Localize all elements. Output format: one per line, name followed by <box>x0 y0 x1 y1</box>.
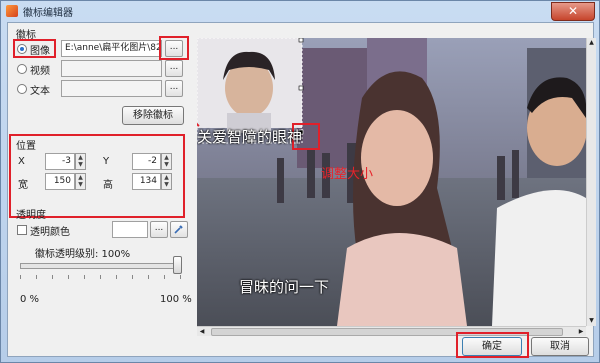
height-input[interactable]: 134 <box>132 173 161 190</box>
video-subtitle: 冒昧的问一下 <box>239 278 330 296</box>
image-path-field[interactable]: E:\anne\扁平化图片\8283 <box>61 40 162 57</box>
x-label: X <box>18 156 25 167</box>
text-radio[interactable] <box>17 84 27 94</box>
color-browse-button[interactable]: ... <box>150 221 168 238</box>
video-preview[interactable]: 关爱智障的眼神 调整大小 冒昧的问一下 <box>197 38 586 326</box>
scroll-left-arrow[interactable]: ◀ <box>197 327 207 336</box>
slider-max-label: 100 % <box>160 294 192 305</box>
image-option-highlight <box>13 39 56 58</box>
video-path-field[interactable] <box>61 60 162 77</box>
transparent-color-label: 透明颜色 <box>30 227 70 238</box>
slider-tick <box>100 275 101 279</box>
text-browse-button[interactable]: ... <box>165 80 183 97</box>
transparency-slider-track[interactable] <box>20 263 182 269</box>
slider-tick <box>132 275 133 279</box>
slider-tick <box>36 275 37 279</box>
slider-tick <box>84 275 85 279</box>
transparency-level-label: 徽标透明级别: 100% <box>35 249 131 260</box>
slider-tick <box>52 275 53 279</box>
video-browse-button[interactable]: ... <box>165 60 183 77</box>
y-label: Y <box>103 156 110 167</box>
slider-tick <box>20 275 21 279</box>
logo-editor-window: 徽标编辑器 ✕ 徽标 图像 E:\anne\扁平化图片\8283 ... 视频 … <box>0 0 600 363</box>
eyedropper-button[interactable] <box>170 221 188 238</box>
slider-min-label: 0 % <box>20 294 40 305</box>
height-spinner[interactable]: ▲ ▼ <box>161 173 172 190</box>
y-spinner[interactable]: ▲ ▼ <box>161 153 172 170</box>
slider-tick <box>116 275 117 279</box>
dialog-body: 徽标 图像 E:\anne\扁平化图片\8283 ... 视频 ... 文本 .… <box>7 22 596 358</box>
logo-caption: 关爱智障的眼神 <box>197 128 303 146</box>
window-title: 徽标编辑器 <box>23 8 73 19</box>
width-spinner[interactable]: ▲ ▼ <box>75 173 86 190</box>
position-group-label: 位置 <box>16 141 36 152</box>
remove-logo-button[interactable]: 移除徽标 <box>122 106 184 125</box>
text-field[interactable] <box>61 80 162 97</box>
slider-tick <box>148 275 149 279</box>
color-swatch[interactable] <box>112 221 148 238</box>
width-label: 宽 <box>18 180 28 191</box>
x-spinner[interactable]: ▲ ▼ <box>75 153 86 170</box>
scroll-right-arrow[interactable]: ▶ <box>576 327 586 336</box>
vertical-scrollbar[interactable]: ▲ ▼ <box>586 38 596 326</box>
height-label: 高 <box>103 180 113 191</box>
close-button[interactable]: ✕ <box>551 2 595 21</box>
slider-tick <box>68 275 69 279</box>
scroll-up-arrow[interactable]: ▲ <box>587 38 596 48</box>
browse-highlight <box>159 36 189 60</box>
slider-tick <box>180 275 181 279</box>
video-radio[interactable] <box>17 64 27 74</box>
slider-tick <box>164 275 165 279</box>
ok-highlight <box>456 332 529 358</box>
app-icon <box>6 5 18 17</box>
width-input[interactable]: 150 <box>45 173 75 190</box>
transparency-group-label: 透明度 <box>16 210 46 221</box>
resize-annotation: 调整大小 <box>321 167 374 182</box>
transparent-color-checkbox[interactable] <box>17 225 27 235</box>
title-bar[interactable]: 徽标编辑器 ✕ <box>1 1 599 21</box>
scroll-down-arrow[interactable]: ▼ <box>587 316 596 326</box>
slider-ticks <box>20 275 182 279</box>
text-radio-label: 文本 <box>30 86 50 97</box>
x-input[interactable]: -3 <box>45 153 75 170</box>
cancel-button[interactable]: 取消 <box>531 337 589 356</box>
video-radio-label: 视频 <box>30 66 50 77</box>
eyedropper-icon <box>174 225 183 234</box>
y-input[interactable]: -2 <box>132 153 161 170</box>
transparency-slider-thumb[interactable] <box>173 256 182 274</box>
